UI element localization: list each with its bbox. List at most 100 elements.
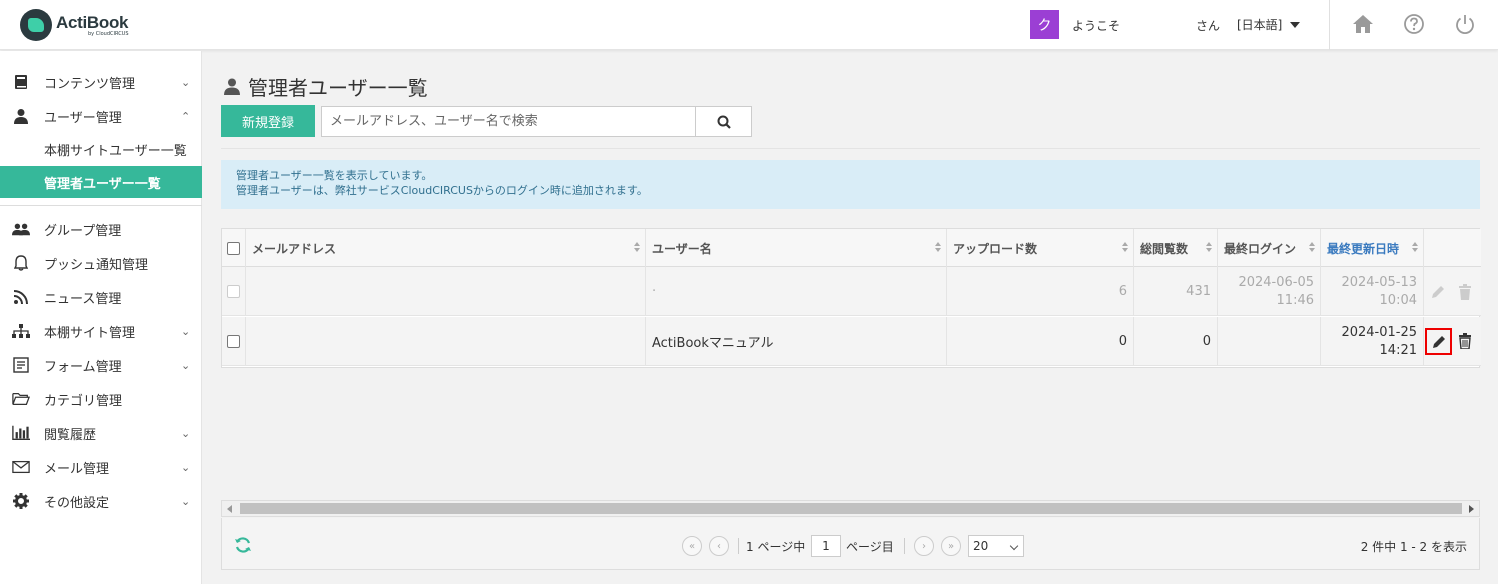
edit-button[interactable] <box>1425 328 1452 355</box>
column-header-email[interactable]: メールアドレス <box>246 229 646 267</box>
gear-icon <box>12 492 30 510</box>
page-prefix: 1 ページ中 <box>746 540 806 554</box>
sidebar-item-settings[interactable]: その他設定 ⌄ <box>0 484 202 518</box>
next-page-button[interactable]: › <box>914 536 934 556</box>
actibook-logo[interactable]: ActiBook by CloudCIRCUS <box>20 9 129 41</box>
row-checkbox[interactable] <box>227 285 240 298</box>
last-page-button[interactable]: » <box>941 536 961 556</box>
cell-uploads: 0 <box>947 317 1134 366</box>
caret-down-icon <box>1290 21 1301 28</box>
delete-button[interactable] <box>1453 280 1477 304</box>
search-button[interactable] <box>695 106 752 137</box>
search-input[interactable] <box>321 106 696 137</box>
power-icon[interactable] <box>1453 12 1477 36</box>
table-header-row: メールアドレス ユーザー名 アップロード数 総閲覧数 最終ログイン 最終更新日時 <box>222 229 1481 267</box>
chevron-left-icon: ‹ <box>717 540 721 552</box>
sidebar-item-mail[interactable]: メール管理 ⌄ <box>0 450 202 484</box>
chevron-right-icon: › <box>922 540 926 552</box>
sidebar-item-forms[interactable]: フォーム管理 ⌄ <box>0 348 202 382</box>
chevron-down-icon: ⌄ <box>181 358 191 372</box>
page-suffix: ページ目 <box>846 540 894 554</box>
cell-views: 431 <box>1134 267 1218 316</box>
cell-email <box>246 317 646 366</box>
chevron-down-icon: ⌄ <box>181 494 191 508</box>
pencil-icon <box>1432 286 1444 298</box>
sort-icon <box>1122 242 1128 254</box>
new-register-button[interactable]: 新規登録 <box>221 105 315 137</box>
info-line-2: 管理者ユーザーは、弊社サービスCloudCIRCUSからのログイン時に追加されま… <box>236 184 648 197</box>
language-label: [日本語] <box>1237 18 1283 32</box>
column-header-uploads[interactable]: アップロード数 <box>947 229 1134 267</box>
language-selector[interactable]: [日本語] <box>1237 16 1301 33</box>
top-header: ActiBook by CloudCIRCUS ク ようこそ さん [日本語] <box>0 0 1498 50</box>
honorific-text: さん <box>1196 19 1221 33</box>
book-icon <box>12 73 30 91</box>
header-divider <box>1329 0 1330 50</box>
info-alert: 管理者ユーザー一覧を表示しています。 管理者ユーザーは、弊社サービスCloudC… <box>221 160 1480 209</box>
mail-icon <box>12 458 30 476</box>
cell-views: 0 <box>1134 317 1218 366</box>
scroll-right-icon[interactable] <box>1469 505 1474 513</box>
logo-subtitle: by CloudCIRCUS <box>88 30 129 37</box>
admin-users-table: メールアドレス ユーザー名 アップロード数 総閲覧数 最終ログイン 最終更新日時… <box>221 228 1481 368</box>
double-chevron-right-icon: » <box>947 540 955 552</box>
sidebar-item-shelf-site[interactable]: 本棚サイト管理 ⌄ <box>0 314 202 348</box>
column-header-updated[interactable]: 最終更新日時 <box>1321 229 1424 267</box>
table-row: · 6 431 2024-06-05 11:46 2024-05-13 10:0… <box>222 267 1481 316</box>
horse-logo-icon <box>20 9 52 41</box>
sidebar-item-push[interactable]: プッシュ通知管理 <box>0 246 202 280</box>
sidebar-subitem-admin-users[interactable]: 管理者ユーザー一覧 <box>0 166 202 198</box>
cell-updated: 2024-01-25 14:21 <box>1321 317 1424 366</box>
horizontal-scrollbar[interactable] <box>221 500 1480 517</box>
page-size-select[interactable]: 20 <box>968 535 1024 557</box>
chevron-down-icon: ⌄ <box>181 75 191 89</box>
sidebar-divider <box>0 205 202 206</box>
column-header-username[interactable]: ユーザー名 <box>646 229 947 267</box>
group-icon <box>12 220 30 238</box>
scrollbar-thumb[interactable] <box>240 503 1462 514</box>
sidebar-item-history[interactable]: 閲覧履歴 ⌄ <box>0 416 202 450</box>
scroll-left-icon[interactable] <box>227 505 232 513</box>
pager-divider <box>904 538 905 554</box>
delete-button[interactable] <box>1453 329 1477 353</box>
column-header-last-login[interactable]: 最終ログイン <box>1218 229 1321 267</box>
sidebar-item-groups[interactable]: グループ管理 <box>0 212 202 246</box>
help-icon[interactable] <box>1402 12 1426 36</box>
page-number-input[interactable] <box>811 535 841 557</box>
select-all-cell <box>222 229 246 267</box>
sidebar-item-categories[interactable]: カテゴリ管理 <box>0 382 202 416</box>
cell-updated: 2024-05-13 10:04 <box>1321 267 1424 316</box>
row-checkbox[interactable] <box>227 335 240 348</box>
cell-username: ActiBookマニュアル <box>646 317 947 366</box>
sidebar-subitem-shelf-users[interactable]: 本棚サイトユーザー一覧 <box>0 133 202 165</box>
sort-icon <box>1206 242 1212 254</box>
record-summary: 2 件中 1 - 2 を表示 <box>1360 540 1467 554</box>
pencil-icon <box>1432 335 1445 348</box>
chevron-down-icon: ⌄ <box>181 460 191 474</box>
home-icon[interactable] <box>1351 12 1375 36</box>
cell-last-login <box>1218 317 1321 366</box>
sort-icon <box>935 242 941 254</box>
sidebar: コンテンツ管理 ⌄ ユーザー管理 ⌃ 本棚サイトユーザー一覧 管理者ユーザー一覧… <box>0 51 202 584</box>
sort-icon <box>634 242 640 254</box>
table-row: ActiBookマニュアル 0 0 2024-01-25 14:21 <box>222 317 1481 366</box>
chevron-down-icon <box>1009 541 1019 551</box>
sidebar-item-news[interactable]: ニュース管理 <box>0 280 202 314</box>
sidebar-item-users[interactable]: ユーザー管理 ⌃ <box>0 99 202 133</box>
sitemap-icon <box>12 322 30 340</box>
info-line-1: 管理者ユーザー一覧を表示しています。 <box>236 169 433 182</box>
select-all-checkbox[interactable] <box>227 241 240 255</box>
chevron-up-icon: ⌃ <box>181 109 191 123</box>
column-header-views[interactable]: 総閲覧数 <box>1134 229 1218 267</box>
user-icon <box>12 107 30 125</box>
chevron-down-icon: ⌄ <box>181 324 191 338</box>
page-title-text: 管理者ユーザー一覧 <box>248 76 428 100</box>
sidebar-item-contents[interactable]: コンテンツ管理 ⌄ <box>0 65 202 99</box>
edit-button[interactable] <box>1426 280 1450 304</box>
user-avatar[interactable]: ク <box>1030 10 1059 39</box>
first-page-button[interactable]: « <box>682 536 702 556</box>
prev-page-button[interactable]: ‹ <box>709 536 729 556</box>
double-chevron-left-icon: « <box>688 540 696 552</box>
refresh-icon[interactable] <box>234 536 252 554</box>
chevron-down-icon: ⌄ <box>181 426 191 440</box>
